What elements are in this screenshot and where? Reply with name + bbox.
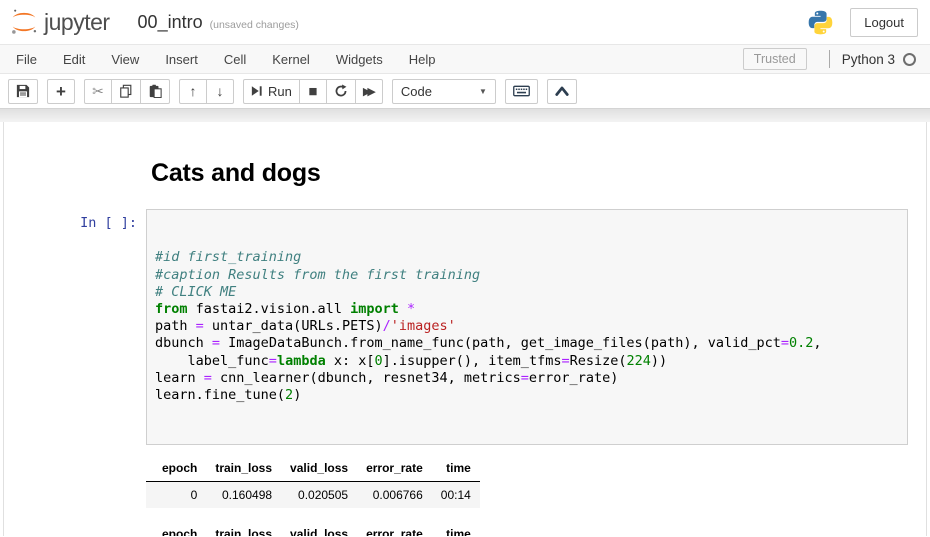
menu-view[interactable]: View bbox=[98, 52, 152, 67]
code-line: learn.fine_tune(2) bbox=[155, 387, 899, 404]
jupyter-logo[interactable]: jupyter bbox=[9, 7, 110, 37]
menu-insert[interactable]: Insert bbox=[152, 52, 211, 67]
table-header: epoch bbox=[146, 457, 206, 482]
cell-type-select[interactable]: Code ▼ bbox=[392, 79, 496, 104]
paste-cell-button[interactable] bbox=[140, 79, 170, 104]
restart-icon bbox=[334, 84, 348, 98]
code-line: #id first_training bbox=[155, 249, 899, 266]
output-area: epochtrain_lossvalid_losserror_ratetime0… bbox=[146, 457, 926, 536]
menu-bar: FileEditViewInsertCellKernelWidgetsHelp … bbox=[0, 44, 930, 74]
run-button-label: Run bbox=[268, 84, 292, 99]
table-header: time bbox=[432, 523, 480, 536]
move-up-icon: ↑ bbox=[190, 84, 197, 98]
code-line: dbunch = ImageDataBunch.from_name_func(p… bbox=[155, 335, 899, 352]
notebook-header: jupyter 00_intro (unsaved changes) Logou… bbox=[0, 0, 930, 44]
menu-edit[interactable]: Edit bbox=[50, 52, 98, 67]
code-editor[interactable]: #id first_training#caption Results from … bbox=[146, 209, 908, 445]
paste-icon bbox=[148, 84, 162, 98]
code-line: from fastai2.vision.all import * bbox=[155, 301, 899, 318]
markdown-cell[interactable]: Cats and dogs bbox=[151, 122, 926, 188]
table-header: valid_loss bbox=[281, 523, 357, 536]
notebook-container: Cats and dogs In [ ]: #id first_training… bbox=[3, 122, 927, 536]
move-cell-down-button[interactable]: ↓ bbox=[206, 79, 234, 104]
copy-cell-button[interactable] bbox=[111, 79, 141, 104]
input-prompt: In [ ]: bbox=[4, 209, 146, 445]
kernel-name: Python 3 bbox=[842, 52, 895, 67]
kernel-indicator: Python 3 bbox=[842, 52, 916, 67]
table-cell: 0.160498 bbox=[206, 481, 281, 508]
menu-items: FileEditViewInsertCellKernelWidgetsHelp bbox=[3, 52, 449, 67]
notebook-background-band bbox=[0, 109, 930, 122]
run-cell-button[interactable]: Run bbox=[243, 79, 300, 104]
interrupt-kernel-button[interactable]: ■ bbox=[299, 79, 327, 104]
training-results-table: epochtrain_lossvalid_losserror_ratetime0… bbox=[146, 457, 480, 508]
code-line: # CLICK ME bbox=[155, 284, 899, 301]
cut-cell-button[interactable]: ✂ bbox=[84, 79, 112, 104]
move-cell-up-button[interactable]: ↑ bbox=[179, 79, 207, 104]
table-cell: 0 bbox=[146, 481, 206, 508]
menu-file[interactable]: File bbox=[3, 52, 50, 67]
run-icon bbox=[251, 85, 263, 97]
scroll-up-button[interactable] bbox=[547, 79, 577, 104]
restart-run-all-button[interactable]: ▶▶ bbox=[355, 79, 383, 104]
copy-icon bbox=[119, 84, 133, 98]
move-down-icon: ↓ bbox=[217, 84, 224, 98]
command-palette-button[interactable] bbox=[505, 79, 538, 104]
scroll-up-icon bbox=[555, 85, 569, 97]
table-header: time bbox=[432, 457, 480, 482]
checkpoint-status: (unsaved changes) bbox=[210, 14, 299, 31]
page-title: Cats and dogs bbox=[151, 159, 926, 188]
restart-run-all-icon: ▶▶ bbox=[363, 85, 372, 98]
table-cell: 0.006766 bbox=[357, 481, 432, 508]
cell-type-value: Code bbox=[401, 84, 432, 99]
training-results-table: epochtrain_lossvalid_losserror_ratetime0… bbox=[146, 523, 480, 536]
jupyter-wordmark: jupyter bbox=[44, 9, 110, 36]
menu-help[interactable]: Help bbox=[396, 52, 449, 67]
toolbar: + ✂ ↑ ↓ bbox=[0, 74, 930, 109]
notebook-title[interactable]: 00_intro bbox=[138, 12, 203, 33]
table-header: train_loss bbox=[206, 457, 281, 482]
kernel-divider bbox=[829, 50, 830, 68]
restart-kernel-button[interactable] bbox=[326, 79, 356, 104]
python-logo-icon bbox=[807, 9, 834, 36]
trusted-button[interactable]: Trusted bbox=[743, 48, 807, 70]
logout-button[interactable]: Logout bbox=[850, 8, 918, 37]
code-line: learn = cnn_learner(dbunch, resnet34, me… bbox=[155, 370, 899, 387]
menu-kernel[interactable]: Kernel bbox=[259, 52, 323, 67]
table-cell: 00:14 bbox=[432, 481, 480, 508]
insert-cell-button[interactable]: + bbox=[47, 79, 75, 104]
code-area: #id first_training#caption Results from … bbox=[155, 249, 899, 404]
menu-cell[interactable]: Cell bbox=[211, 52, 259, 67]
stop-icon: ■ bbox=[308, 84, 317, 99]
table-header: error_rate bbox=[357, 523, 432, 536]
table-cell: 0.020505 bbox=[281, 481, 357, 508]
save-button[interactable] bbox=[8, 79, 38, 104]
table-header: train_loss bbox=[206, 523, 281, 536]
add-cell-icon: + bbox=[56, 83, 66, 100]
table-header: error_rate bbox=[357, 457, 432, 482]
code-cell: In [ ]: #id first_training#caption Resul… bbox=[4, 209, 926, 445]
jupyter-logo-icon bbox=[9, 7, 39, 37]
caret-down-icon: ▼ bbox=[479, 87, 487, 96]
kernel-idle-icon bbox=[903, 53, 916, 66]
menu-widgets[interactable]: Widgets bbox=[323, 52, 396, 67]
table-header: epoch bbox=[146, 523, 206, 536]
cut-icon: ✂ bbox=[92, 84, 104, 98]
code-line: label_func=lambda x: x[0].isupper(), ite… bbox=[155, 353, 899, 370]
code-line: path = untar_data(URLs.PETS)/'images' bbox=[155, 318, 899, 335]
table-header: valid_loss bbox=[281, 457, 357, 482]
table-row: 00.1604980.0205050.00676600:14 bbox=[146, 481, 480, 508]
keyboard-icon bbox=[513, 84, 530, 98]
code-line: #caption Results from the first training bbox=[155, 267, 899, 284]
save-icon bbox=[16, 84, 30, 98]
